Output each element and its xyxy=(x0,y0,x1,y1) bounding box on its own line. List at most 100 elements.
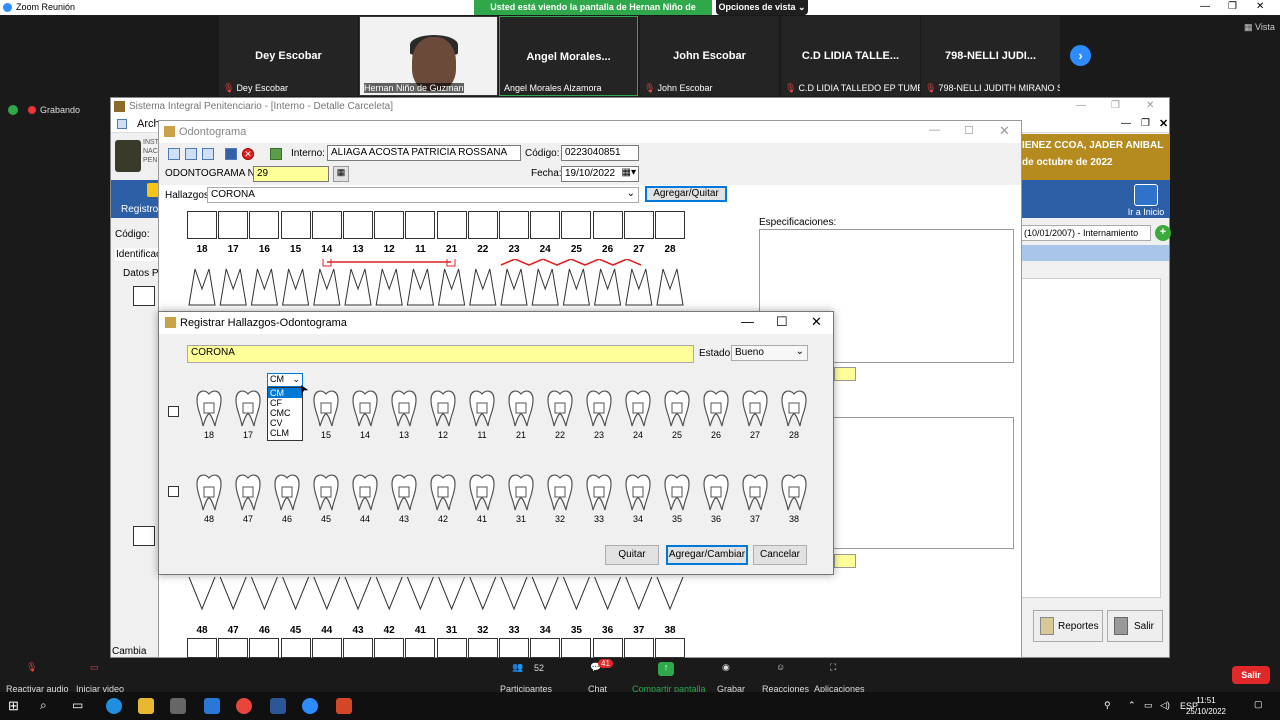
tooth-box[interactable] xyxy=(655,638,685,658)
tooth-box[interactable] xyxy=(467,638,498,658)
apps-button[interactable]: ⛶ Aplicaciones xyxy=(812,658,865,694)
participant-tile[interactable]: Angel Morales... Angel Morales Alzamora xyxy=(499,16,638,96)
dropdown-option[interactable]: CMC xyxy=(268,408,302,418)
participant-tile[interactable]: John Escobar 🎙 John Escobar xyxy=(640,16,779,96)
file-explorer-icon[interactable] xyxy=(138,698,154,714)
share-screen-button[interactable]: ↑ Compartir pantalla xyxy=(630,658,706,694)
codigo-field[interactable]: 0223040851 xyxy=(561,145,639,161)
recording-indicator[interactable]: Grabando xyxy=(28,105,80,115)
store-icon[interactable] xyxy=(170,698,186,714)
exit-button[interactable]: Salir xyxy=(1107,610,1163,642)
tooth-box[interactable] xyxy=(623,211,654,239)
tooth-selector[interactable] xyxy=(388,472,420,512)
minimize-icon[interactable]: — xyxy=(1200,1,1210,12)
tooth-box[interactable] xyxy=(343,211,373,239)
hallazgos-select[interactable]: CORONA ⌄ xyxy=(207,187,639,203)
participant-video-tile[interactable]: Hernan Niño de Guzman xyxy=(359,16,498,96)
tooth-selector[interactable] xyxy=(739,472,771,512)
participant-tile[interactable]: Dey Escobar 🎙 Dey Escobar xyxy=(219,16,358,96)
odo-maximize-icon[interactable]: ☐ xyxy=(964,124,974,137)
mdi-restore-icon[interactable]: ❐ xyxy=(1141,118,1150,129)
tooth-selector[interactable] xyxy=(622,472,654,512)
tooth-box[interactable] xyxy=(311,211,342,239)
tooth-box[interactable] xyxy=(405,638,436,658)
tooth-selector[interactable] xyxy=(427,472,459,512)
tooth-selector[interactable] xyxy=(544,388,576,428)
tooth-box[interactable] xyxy=(592,211,623,239)
participant-tile[interactable]: 798-NELLI JUDI... 🎙 798-NELLI JUDITH MIRA… xyxy=(921,16,1060,96)
tooth-box[interactable] xyxy=(280,211,311,239)
tooth-selector[interactable] xyxy=(388,388,420,428)
tooth-box[interactable] xyxy=(311,638,342,658)
tooth-box[interactable] xyxy=(592,638,623,658)
chat-button[interactable]: 💬 41 Chat xyxy=(584,658,613,694)
tooth-box[interactable] xyxy=(187,638,217,658)
edge-icon[interactable] xyxy=(106,698,122,714)
tooth-box[interactable] xyxy=(530,638,561,658)
open-icon[interactable] xyxy=(185,148,197,160)
tooth-box[interactable] xyxy=(623,638,654,658)
notifications-icon[interactable]: ▢ xyxy=(1254,699,1263,710)
odo-minimize-icon[interactable]: — xyxy=(929,124,940,136)
odo-close-icon[interactable]: ✕ xyxy=(999,123,1010,139)
tooth-box[interactable] xyxy=(499,211,529,239)
tooth-selector[interactable] xyxy=(778,472,810,512)
tooth-selector[interactable] xyxy=(739,388,771,428)
dialog-maximize-icon[interactable]: ☐ xyxy=(776,314,788,330)
mail-icon[interactable] xyxy=(204,698,220,714)
dialog-minimize-icon[interactable]: — xyxy=(741,314,754,329)
tooth-box[interactable] xyxy=(249,638,280,658)
leave-button[interactable]: Salir xyxy=(1232,666,1270,684)
close-icon[interactable]: ✕ xyxy=(1256,1,1264,12)
tooth-box[interactable] xyxy=(218,211,249,239)
change-label[interactable]: Cambia xyxy=(112,646,146,657)
reactions-button[interactable]: ☺ Reacciones xyxy=(760,658,809,694)
tooth-box[interactable] xyxy=(530,211,561,239)
date-dropdown-icon[interactable]: ▦▾ xyxy=(622,167,636,178)
tooth-selector[interactable] xyxy=(661,472,693,512)
yellow-field[interactable] xyxy=(834,554,856,568)
tooth-box[interactable] xyxy=(249,211,280,239)
security-shield-icon[interactable] xyxy=(8,105,18,115)
dropdown-option[interactable]: CV xyxy=(268,418,302,428)
network-icon[interactable]: ▭ xyxy=(1144,700,1153,711)
print-icon[interactable] xyxy=(270,148,282,160)
zoom-taskbar-icon[interactable] xyxy=(302,698,318,714)
odontograma-number-field[interactable]: 29 xyxy=(253,166,329,182)
tooth-box[interactable] xyxy=(280,638,311,658)
mdi-close-icon[interactable]: ✕ xyxy=(1159,117,1168,130)
tray-arrow-icon[interactable]: ⌃ xyxy=(1128,700,1136,711)
tooth-selector[interactable] xyxy=(310,388,342,428)
tooth-box[interactable] xyxy=(561,211,592,239)
tooth-selector[interactable] xyxy=(427,388,459,428)
tooth-selector[interactable] xyxy=(349,388,381,428)
tooth-box[interactable] xyxy=(187,211,217,239)
start-video-button[interactable]: ▭ Iniciar video xyxy=(72,658,124,694)
participant-tile[interactable]: C.D LIDIA TALLE... 🎙 C.D LIDIA TALLEDO EP… xyxy=(781,16,920,96)
tooth-selector[interactable] xyxy=(232,388,264,428)
view-options-button[interactable]: Opciones de vista ⌄ xyxy=(716,0,808,15)
register-label[interactable]: Registro xyxy=(121,204,158,215)
status-select[interactable]: Bueno ⌄ xyxy=(731,345,808,361)
yellow-field[interactable] xyxy=(834,367,856,381)
app-minimize-icon[interactable]: — xyxy=(1076,100,1086,111)
people-icon[interactable]: ⚲ xyxy=(1104,700,1111,711)
dropdown-option[interactable]: CF xyxy=(268,398,302,408)
tooth-box[interactable] xyxy=(218,638,249,658)
lower-row-checkbox[interactable] xyxy=(168,486,179,497)
tooth-selector[interactable] xyxy=(349,472,381,512)
tooth-box[interactable] xyxy=(343,638,373,658)
new-icon[interactable] xyxy=(168,148,180,160)
reports-button[interactable]: Reportes xyxy=(1033,610,1103,642)
menu-file[interactable]: Arch xyxy=(137,118,160,130)
tooth-box[interactable] xyxy=(655,211,685,239)
participants-button[interactable]: 👥 52 Participantes xyxy=(496,658,552,694)
clock[interactable]: 11:51 25/10/2022 xyxy=(1186,695,1226,717)
internment-combo[interactable]: (10/01/2007) - Internamiento xyxy=(1021,225,1151,241)
fecha-field[interactable]: 19/10/2022 ▦▾ xyxy=(561,166,639,182)
home-button[interactable]: Ir a Inicio xyxy=(1121,180,1171,218)
tooth-selector[interactable] xyxy=(700,472,732,512)
save-icon[interactable] xyxy=(225,148,237,160)
mdi-minimize-icon[interactable]: — xyxy=(1121,118,1131,129)
powerpoint-icon[interactable] xyxy=(336,698,352,714)
